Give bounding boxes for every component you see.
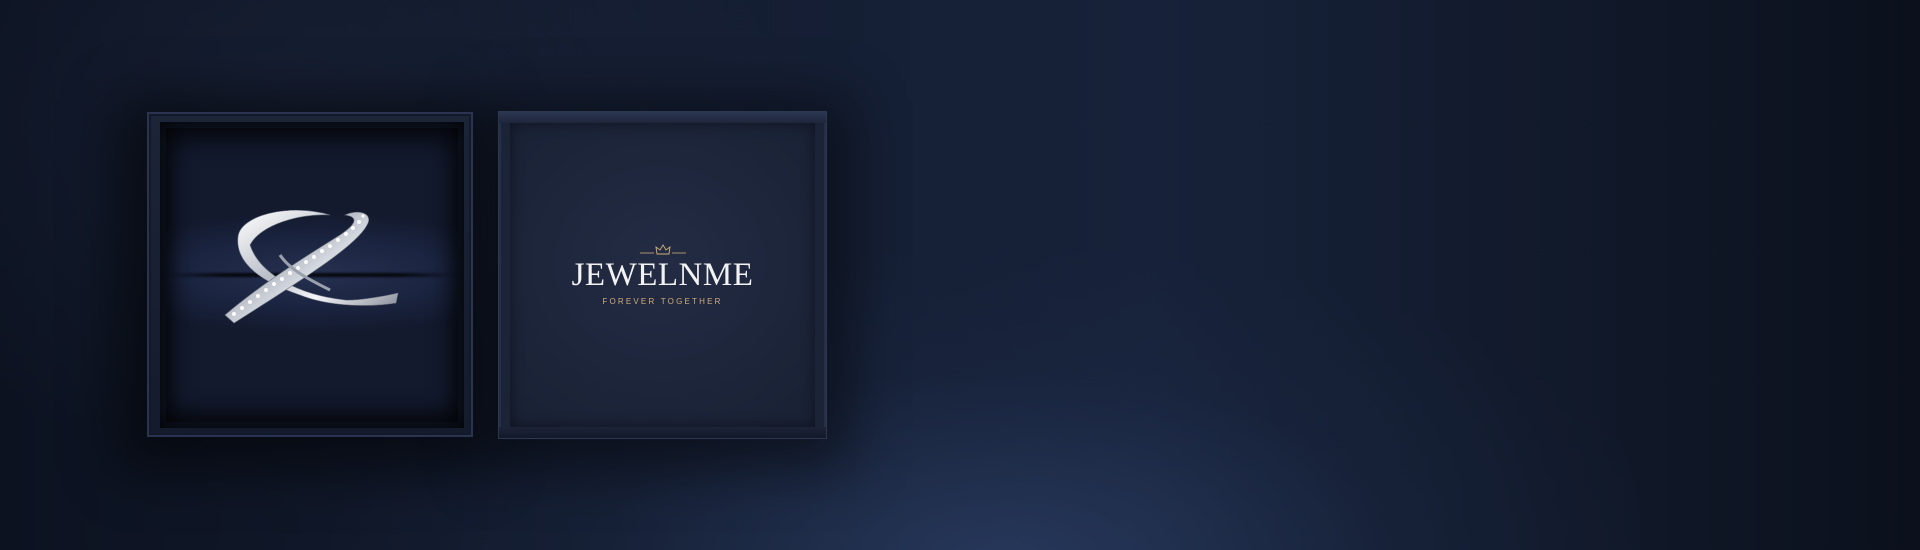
brand-tagline: FOREVER TOGETHER xyxy=(602,297,723,306)
lid-bevel xyxy=(499,112,826,123)
ring-icon xyxy=(224,209,399,324)
lid-bevel xyxy=(499,427,826,438)
crown-icon xyxy=(640,244,686,255)
hero-banner: JEWELNME FOREVER TOGETHER xyxy=(0,0,1920,550)
brand-logo-text: JEWELNME xyxy=(571,257,754,293)
